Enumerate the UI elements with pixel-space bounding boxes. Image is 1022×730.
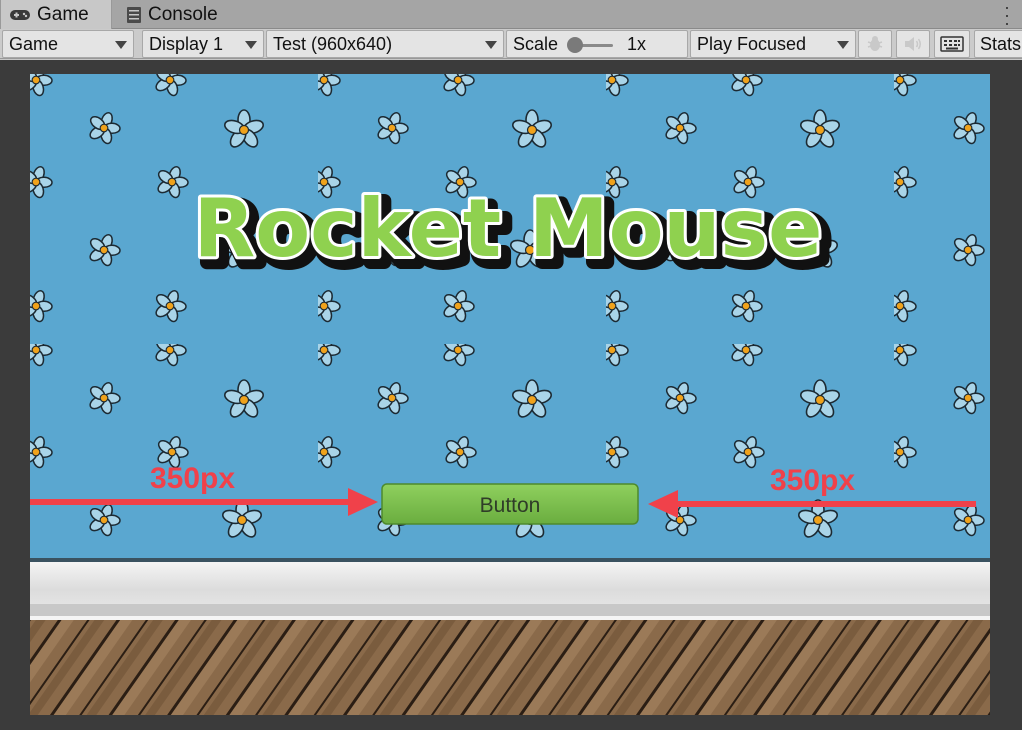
tab-game-label: Game xyxy=(37,3,89,25)
game-toolbar: Game Display 1 Test (960x640) Scale 1x P… xyxy=(0,29,1022,59)
play-mode-select[interactable]: Play Focused xyxy=(690,30,856,58)
speaker-icon xyxy=(905,37,921,51)
chevron-down-icon xyxy=(115,41,127,49)
tab-console[interactable]: Console xyxy=(122,0,232,29)
console-icon xyxy=(126,6,142,24)
more-options-icon[interactable]: · · · xyxy=(1004,0,1010,32)
svg-text:350px: 350px xyxy=(770,464,855,497)
svg-text:350px: 350px xyxy=(150,462,235,495)
svg-text:Rocket Mouse: Rocket Mouse xyxy=(194,182,823,275)
baseboard xyxy=(30,558,990,620)
game-title: Rocket Mouse Rocket Mouse xyxy=(191,179,836,288)
stats-label: Stats xyxy=(980,33,1022,54)
keyboard-icon xyxy=(940,36,964,52)
chevron-down-icon xyxy=(837,41,849,49)
scale-slider-handle[interactable] xyxy=(567,37,583,53)
resolution-select-value: Test (960x640) xyxy=(273,33,393,54)
tab-console-label: Console xyxy=(148,3,218,25)
game-viewport[interactable]: Rocket Mouse Rocket Mouse 350px 350px Bu… xyxy=(30,74,990,715)
display-select-value: Display 1 xyxy=(149,33,224,54)
resolution-select[interactable]: Test (960x640) xyxy=(266,30,504,58)
scale-value: 1x xyxy=(627,33,647,54)
mute-audio-button[interactable] xyxy=(896,30,930,58)
stats-button[interactable]: Stats xyxy=(974,30,1022,58)
ui-button[interactable]: Button xyxy=(381,483,639,525)
shortcuts-button[interactable] xyxy=(934,30,970,58)
view-select-value: Game xyxy=(9,33,59,54)
display-select[interactable]: Display 1 xyxy=(142,30,264,58)
chevron-down-icon xyxy=(245,41,257,49)
play-mode-select-value: Play Focused xyxy=(697,33,807,54)
bug-icon xyxy=(867,36,883,51)
tab-game[interactable]: Game xyxy=(0,0,112,29)
wooden-floor xyxy=(30,620,990,715)
scale-label: Scale xyxy=(513,33,559,54)
gamepad-icon xyxy=(9,8,31,22)
scale-control: Scale 1x xyxy=(506,30,688,58)
view-select[interactable]: Game xyxy=(2,30,134,58)
chevron-down-icon xyxy=(485,41,497,49)
frame-debugger-button[interactable] xyxy=(858,30,892,58)
tab-bar: Game Console · · · xyxy=(0,0,1022,32)
svg-text:Button: Button xyxy=(480,494,541,517)
